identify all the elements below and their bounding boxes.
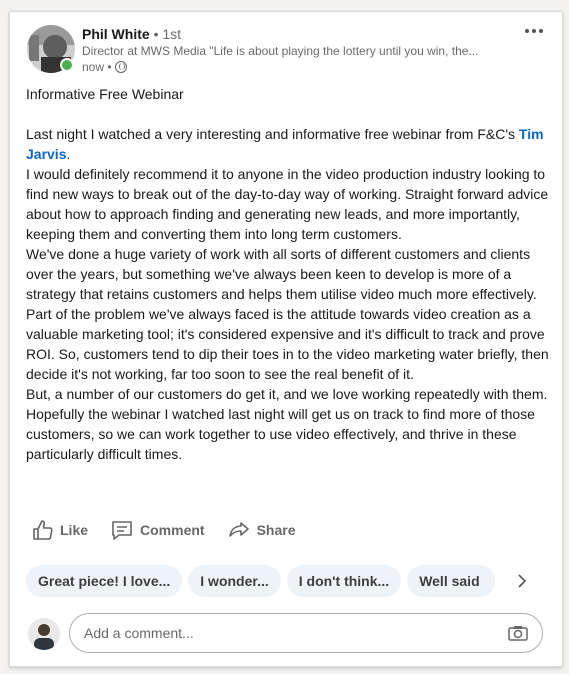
comment-input[interactable] [82,624,486,642]
more-options-button[interactable] [522,24,546,38]
post-title: Informative Free Webinar [26,86,184,102]
suggested-comment-chip[interactable]: Well said [407,565,496,597]
post-intro: Last night I watched a very interesting … [26,124,550,164]
comment-icon [112,521,132,540]
like-button[interactable]: Like [22,514,96,546]
share-arrow-icon [228,522,249,537]
like-label: Like [60,522,89,538]
next-suggestions-button[interactable] [512,571,532,591]
dot-icon [532,29,536,33]
online-status-indicator [60,58,74,72]
share-button[interactable]: Share [219,514,304,546]
post-timestamp: now • [82,60,127,74]
post-paragraph: We've done a huge variety of work with a… [26,246,537,302]
suggested-comments: Great piece! I love... I wonder... I don… [26,565,496,597]
connection-degree: • 1st [153,26,182,42]
suggested-comment-chip[interactable]: I wonder... [188,565,281,597]
share-label: Share [256,522,296,538]
author-name[interactable]: Phil White • 1st [82,26,181,42]
author-name-text[interactable]: Phil White [82,26,150,42]
suggested-comment-chip[interactable]: I don't think... [286,565,402,597]
comment-button[interactable]: Comment [102,514,213,546]
mention-suffix: . [66,146,71,162]
thumbs-up-icon [33,520,53,540]
post-time: now • [82,60,112,74]
post-card: Phil White • 1st Director at MWS Media "… [9,11,563,667]
post-paragraph: Part of the problem we've always faced i… [26,306,549,382]
comment-input-box[interactable] [69,613,543,653]
post-paragraph: I would definitely recommend it to anyon… [26,166,549,242]
chevron-right-icon [518,574,527,588]
comment-label: Comment [140,522,205,538]
intro-text: Last night I watched a very interesting … [26,126,516,142]
suggested-comment-chip[interactable]: Great piece! I love... [26,565,183,597]
dot-icon [525,29,529,33]
dot-icon [539,29,543,33]
current-user-avatar [28,618,60,650]
social-actions-bar: Like Comment Share [22,515,310,545]
camera-icon[interactable] [508,625,528,641]
post-paragraph: But, a number of our customers do get it… [26,386,548,462]
author-headline: Director at MWS Media "Life is about pla… [82,44,479,58]
post-body: Informative Free Webinar Last night I wa… [26,84,550,464]
globe-icon [114,61,127,73]
